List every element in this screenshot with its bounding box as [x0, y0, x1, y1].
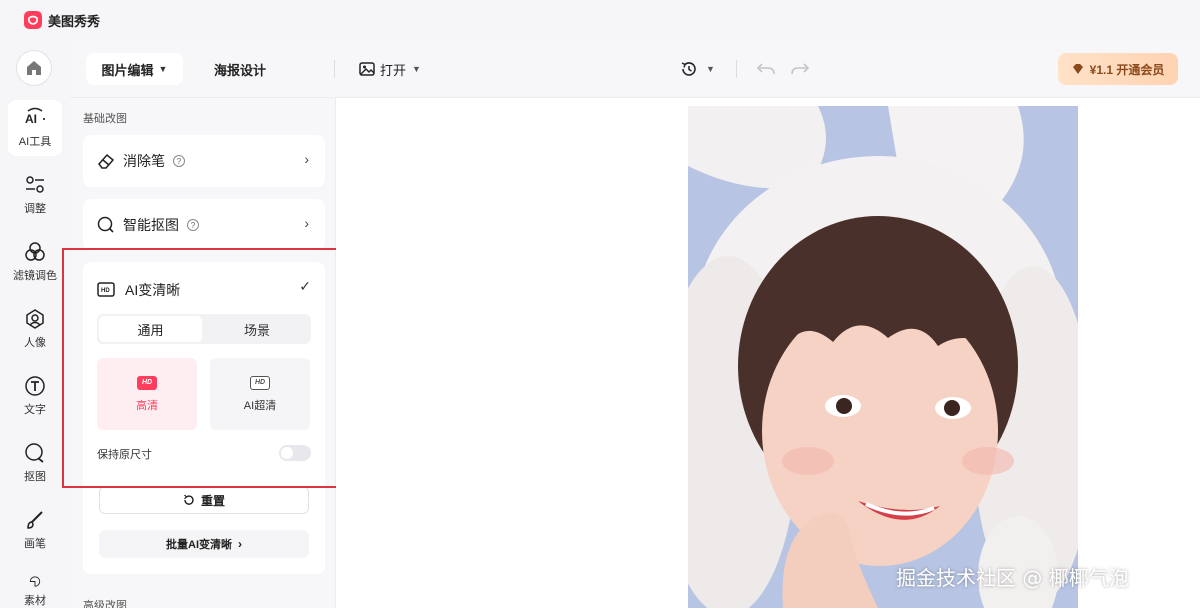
chevron-down-icon: ▼	[706, 64, 715, 74]
filter-circles-icon	[25, 242, 45, 261]
eraser-icon	[98, 153, 115, 169]
app-name: 美图秀秀	[48, 13, 101, 29]
home-icon	[27, 61, 41, 75]
home-button[interactable]	[16, 50, 52, 86]
rail-item-brush[interactable]: 画笔	[8, 502, 62, 558]
sliders-icon	[26, 176, 44, 193]
top-toolbar: 图片编辑 ▼ 海报设计 打开 ▼ ▼ ¥1.1 开通会员	[70, 40, 1200, 98]
eraser-label: 消除笔	[123, 153, 165, 169]
rail-item-ai-tools[interactable]: AI AI工具	[8, 100, 62, 156]
tab-poster-design[interactable]: 海报设计	[198, 53, 282, 85]
rail-item-stickers[interactable]: 素材	[8, 569, 62, 608]
help-icon[interactable]: ?	[187, 219, 199, 231]
toolbar-divider	[736, 60, 737, 78]
history-button[interactable]: ▼	[680, 53, 715, 85]
open-button[interactable]: 打开 ▼	[358, 53, 421, 85]
vip-membership-button[interactable]: ¥1.1 开通会员	[1058, 53, 1178, 85]
rail-label: 文字	[24, 404, 46, 416]
smart-cutout-label: 智能抠图	[123, 217, 179, 233]
rail-label: 画笔	[24, 538, 46, 550]
annotation-highlight-box	[62, 248, 373, 488]
rail-item-cutout[interactable]: 抠图	[8, 435, 62, 491]
sticker-icon	[29, 576, 41, 587]
rail-item-adjust[interactable]: 调整	[8, 167, 62, 223]
section-title-advanced: 高级改图	[83, 600, 127, 608]
reset-icon	[184, 494, 194, 505]
ai-icon: AI	[25, 107, 45, 126]
chevron-down-icon: ▼	[158, 64, 168, 74]
batch-enhance-label: 批量AI变清晰	[166, 539, 232, 551]
svg-text:AI: AI	[25, 112, 37, 126]
diamond-icon	[1072, 64, 1083, 74]
canvas-area	[336, 98, 1200, 608]
vip-label: ¥1.1 开通会员	[1089, 62, 1165, 77]
tab-image-edit[interactable]: 图片编辑 ▼	[86, 53, 183, 85]
rail-item-portrait[interactable]: 人像	[8, 301, 62, 357]
reset-button[interactable]: 重置	[99, 486, 309, 514]
rail-label: 调整	[24, 203, 46, 215]
rail-label: AI工具	[18, 136, 52, 148]
redo-icon[interactable]	[790, 60, 810, 78]
image-open-icon	[359, 62, 375, 76]
help-icon[interactable]: ?	[173, 155, 185, 167]
rail-label: 人像	[24, 337, 46, 349]
history-icon	[681, 62, 696, 76]
section-title-basic: 基础改图	[83, 113, 127, 125]
portrait-icon	[26, 309, 44, 329]
title-bar: 美图秀秀	[0, 0, 1200, 40]
rail-label: 素材	[24, 595, 46, 607]
smart-cutout-card[interactable]: 智能抠图 ? ›	[83, 199, 325, 251]
brush-icon	[27, 511, 43, 529]
toolbar-divider	[334, 60, 335, 78]
rail-label: 滤镜调色	[13, 270, 57, 282]
left-rail: AI AI工具 调整 滤镜调色 人像 文字 抠图 画笔 素材	[0, 40, 70, 608]
rail-item-filters[interactable]: 滤镜调色	[8, 234, 62, 290]
edited-photo[interactable]	[688, 106, 1078, 608]
chevron-right-icon: ›	[304, 151, 309, 167]
watermark-text: 掘金技术社区 @ 椰椰气泡	[896, 566, 1129, 590]
chevron-right-icon: ›	[304, 215, 309, 231]
rail-item-text[interactable]: 文字	[8, 368, 62, 424]
photo-image	[688, 106, 1078, 608]
batch-enhance-button[interactable]: 批量AI变清晰 ›	[99, 530, 309, 558]
undo-icon[interactable]	[756, 60, 776, 78]
reset-label: 重置	[200, 493, 225, 508]
cutout-icon	[25, 443, 44, 463]
open-button-label: 打开	[380, 62, 407, 78]
chevron-down-icon: ▼	[412, 64, 421, 74]
eraser-tool-card[interactable]: 消除笔 ? ›	[83, 135, 325, 187]
cutout-icon	[97, 216, 114, 233]
text-icon	[25, 376, 45, 396]
meitu-logo-icon	[24, 11, 42, 29]
chevron-right-icon: ›	[238, 537, 242, 551]
tab-poster-design-label: 海报设计	[213, 62, 266, 78]
tab-image-edit-label: 图片编辑	[101, 62, 154, 78]
rail-label: 抠图	[24, 471, 46, 483]
